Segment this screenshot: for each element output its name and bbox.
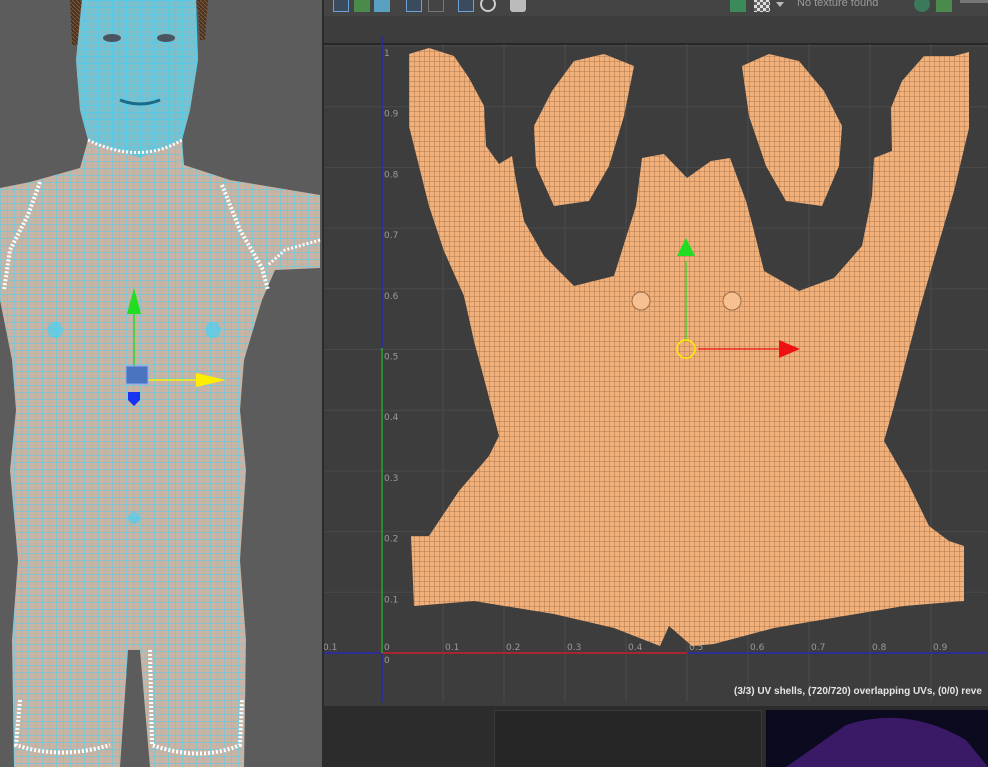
y-tick-label: 0.9 [384, 110, 399, 120]
y-tick-label: 0.1 [384, 595, 398, 605]
center-handle-icon [125, 365, 149, 385]
x-tick-label: 0.1 [445, 643, 459, 653]
3d-viewport[interactable] [0, 0, 322, 767]
texture-label: No texture found [797, 0, 879, 9]
character-mesh[interactable] [0, 0, 321, 767]
y-tick-label: 0.6 [384, 292, 399, 302]
y-tick-label: 0 [384, 656, 390, 666]
filter-icon[interactable] [406, 0, 422, 12]
grid-snap-icon[interactable] [354, 0, 370, 12]
shaded-icon[interactable] [374, 0, 390, 12]
bottom-area [322, 706, 988, 767]
uv-grid-canvas[interactable]: 0.1 0 0.1 0.2 0.3 0.4 0.5 0.6 0.7 0.8 0.9 1 0.9 0.8 0.… [324, 16, 988, 702]
x-tick-label: 0.4 [628, 643, 643, 653]
x-tick-label: 0.3 [567, 643, 581, 653]
lower-panel[interactable] [494, 710, 762, 767]
x-tick-label: 0 [384, 643, 390, 653]
y-tick-label: 0.7 [384, 231, 398, 241]
x-tick-label: 0.8 [872, 643, 887, 653]
uv-status-text: (3/3) UV shells, (720/720) overlapping U… [734, 686, 982, 697]
y-tick-label: 0.2 [384, 535, 398, 545]
y-tick-label: 0.4 [384, 413, 399, 423]
uv-editor-panel[interactable]: No texture found 0.1 0 0.1 0.2 0.3 0.4 0.5 0.6 0… [322, 0, 988, 706]
checkerboard-icon[interactable] [754, 0, 770, 12]
camera-icon[interactable] [510, 0, 526, 12]
x-tick-label: 0.9 [933, 643, 948, 653]
x-tick-label: 0.1 [324, 643, 337, 653]
y-tick-label: 0.5 [384, 353, 398, 363]
wireframe-icon[interactable] [458, 0, 474, 12]
x-tick-label: 0.6 [750, 643, 765, 653]
dropdown-arrow-icon[interactable] [776, 2, 784, 8]
x-tick-label: 0.2 [506, 643, 520, 653]
uv-toolbar: No texture found [324, 0, 988, 17]
image-icon[interactable] [730, 0, 746, 12]
render-preview[interactable] [766, 710, 988, 767]
toolbar-slider[interactable] [960, 0, 988, 3]
y-tick-label: 0.8 [384, 170, 399, 180]
image-view-icon[interactable] [936, 0, 952, 12]
display-mode-icon[interactable] [428, 0, 444, 12]
y-tick-label: 1 [384, 49, 390, 59]
color-channels-icon[interactable] [914, 0, 930, 12]
uv-select-icon[interactable] [333, 0, 349, 12]
x-tick-label: 0.7 [811, 643, 825, 653]
checker-icon[interactable] [480, 0, 496, 12]
y-tick-label: 0.3 [384, 474, 398, 484]
